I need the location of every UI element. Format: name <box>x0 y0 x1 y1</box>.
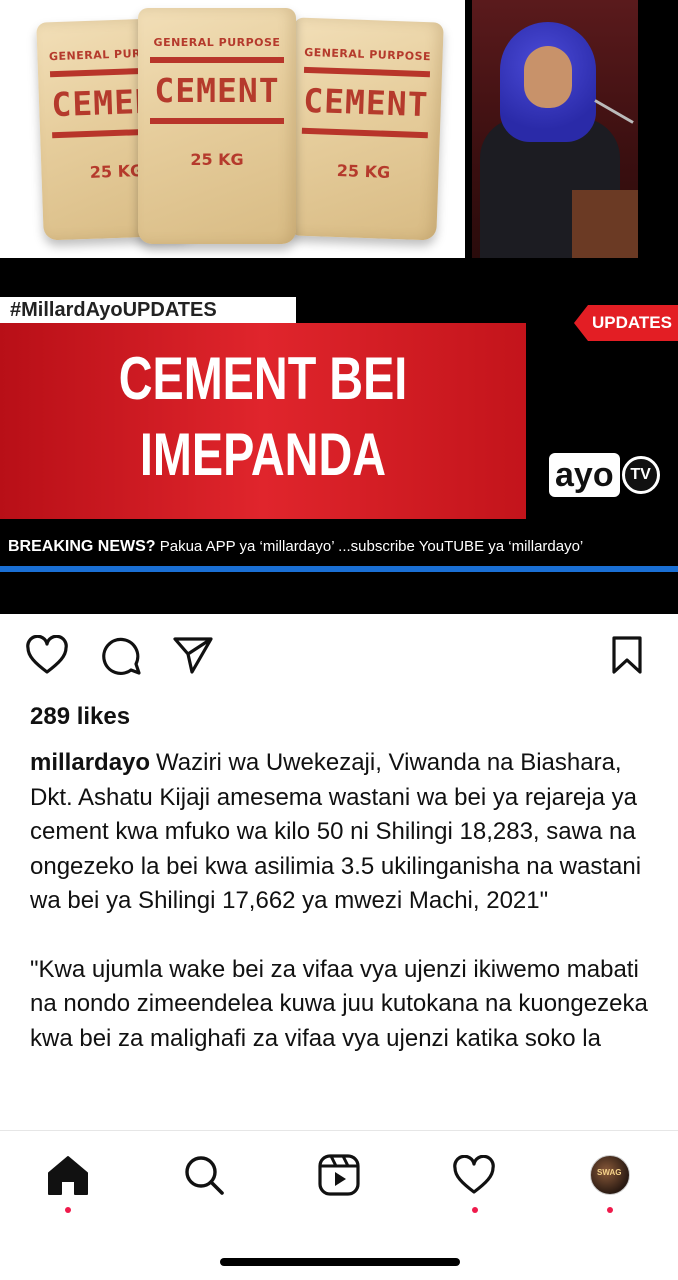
notification-dot <box>607 1207 613 1213</box>
nav-activity[interactable] <box>446 1147 502 1203</box>
hashtag-banner: #MillardAyoUPDATES <box>0 297 296 323</box>
news-ticker: BREAKING NEWS? Pakua APP ya ‘millardayo’… <box>8 538 584 555</box>
share-button[interactable] <box>170 632 216 678</box>
ticker-divider <box>0 566 678 572</box>
notification-dot <box>472 1207 478 1213</box>
save-button[interactable] <box>604 632 650 678</box>
bag-word: CEMENT <box>154 71 280 110</box>
bag-weight: 25 KG <box>190 150 244 169</box>
bag-label: GENERAL PURPOSE <box>303 45 432 64</box>
comment-icon <box>102 637 141 675</box>
notification-dot <box>65 1207 71 1213</box>
headline-line1: CEMENT BEI <box>118 345 408 412</box>
updates-tag: UPDATES <box>574 305 678 341</box>
nav-profile[interactable]: SWAG <box>582 1147 638 1203</box>
nav-home[interactable] <box>40 1147 96 1203</box>
headline-line2: IMEPANDA <box>139 421 387 488</box>
bag-word: CEMENT <box>302 80 430 125</box>
home-icon <box>48 1156 88 1195</box>
nav-reels[interactable] <box>311 1147 367 1203</box>
bag-label: GENERAL PURPOSE <box>153 36 281 49</box>
minister-photo <box>472 0 638 258</box>
like-button[interactable] <box>24 632 70 678</box>
cement-bags-photo: GENERAL PURPOSE CEMENT 25 KG GENERAL PUR… <box>0 0 465 258</box>
cement-bag: GENERAL PURPOSE CEMENT 25 KG <box>286 17 444 241</box>
search-icon <box>185 1156 224 1195</box>
activity-heart-icon <box>453 1155 495 1194</box>
bag-weight: 25 KG <box>336 161 391 182</box>
like-count[interactable]: 289 likes <box>30 703 130 731</box>
post-image[interactable]: GENERAL PURPOSE CEMENT 25 KG GENERAL PUR… <box>0 0 678 614</box>
cement-bag: GENERAL PURPOSE CEMENT 25 KG <box>138 8 296 244</box>
home-indicator[interactable] <box>220 1258 460 1266</box>
reels-icon <box>318 1154 360 1196</box>
bookmark-icon <box>612 636 642 674</box>
nav-search[interactable] <box>176 1147 232 1203</box>
post-actions <box>0 632 678 684</box>
caption-text: "Kwa ujumla wake bei za vifaa vya ujenzi… <box>30 955 648 1052</box>
heart-icon <box>26 635 68 674</box>
comment-button[interactable] <box>98 632 144 678</box>
headline-panel: CEMENT BEI IMEPANDA <box>0 323 526 519</box>
profile-avatar: SWAG <box>590 1155 630 1195</box>
send-icon <box>173 637 213 674</box>
post-caption: millardayo Waziri wa Uwekezaji, Viwanda n… <box>30 746 660 1056</box>
caption-username[interactable]: millardayo <box>30 749 150 776</box>
ayo-tv-logo: ayo TV <box>549 452 660 498</box>
